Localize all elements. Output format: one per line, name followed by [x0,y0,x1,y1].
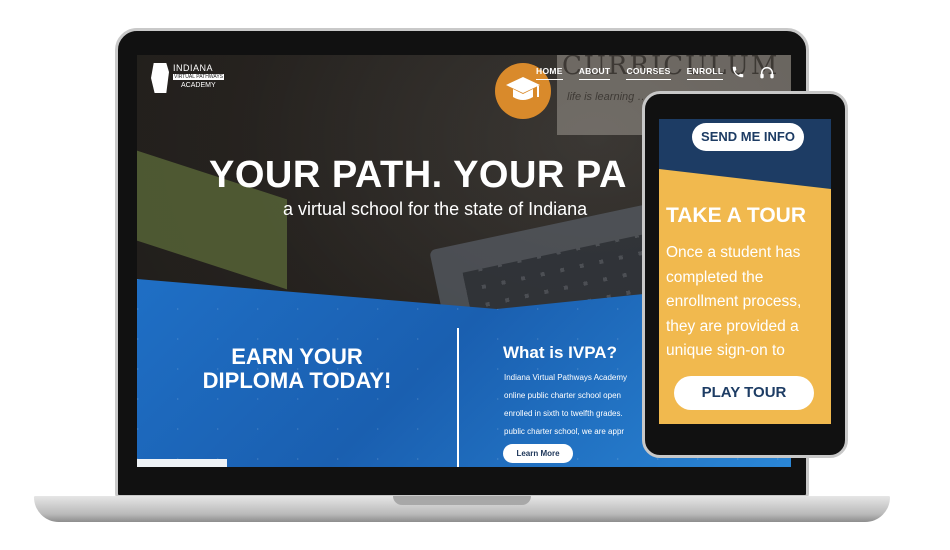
main-nav: HOME ABOUT COURSES ENROLL [536,66,724,80]
nav-home[interactable]: HOME [536,66,563,80]
earn-diploma-heading: EARN YOUR DIPLOMA TODAY! [202,344,392,393]
send-me-info-button[interactable]: SEND ME INFO [692,123,804,151]
nav-enroll[interactable]: ENROLL [686,66,724,80]
learn-more-button[interactable]: Learn More [503,444,573,463]
what-is-ivpa-heading: What is IVPA? [503,343,617,362]
headset-icon[interactable] [759,65,775,86]
hero-subtitle: a virtual school for the state of Indian… [283,199,588,219]
logo-line2: VIRTUAL PATHWAYS [173,74,224,80]
phone-screen: SEND ME INFO TAKE A TOUR Once a student … [659,119,831,424]
take-a-tour-heading: TAKE A TOUR [666,204,806,227]
logo-line3: ACADEMY [181,82,216,89]
bottom-strip [137,459,227,467]
hero-title: YOUR PATH. YOUR PA [209,154,627,196]
tour-body: Once a student has completed the enrollm… [666,244,802,359]
nav-courses[interactable]: COURSES [626,66,671,80]
play-tour-button[interactable]: PLAY TOUR [674,376,814,410]
phone-icon[interactable] [731,65,745,84]
nav-about[interactable]: ABOUT [578,66,611,80]
logo-line1: INDIANA [173,63,214,73]
site-logo[interactable]: INDIANA VIRTUAL PATHWAYS ACADEMY [151,63,229,103]
section-divider [457,328,459,467]
laptop-notch [393,496,531,505]
indiana-state-icon [151,63,169,93]
